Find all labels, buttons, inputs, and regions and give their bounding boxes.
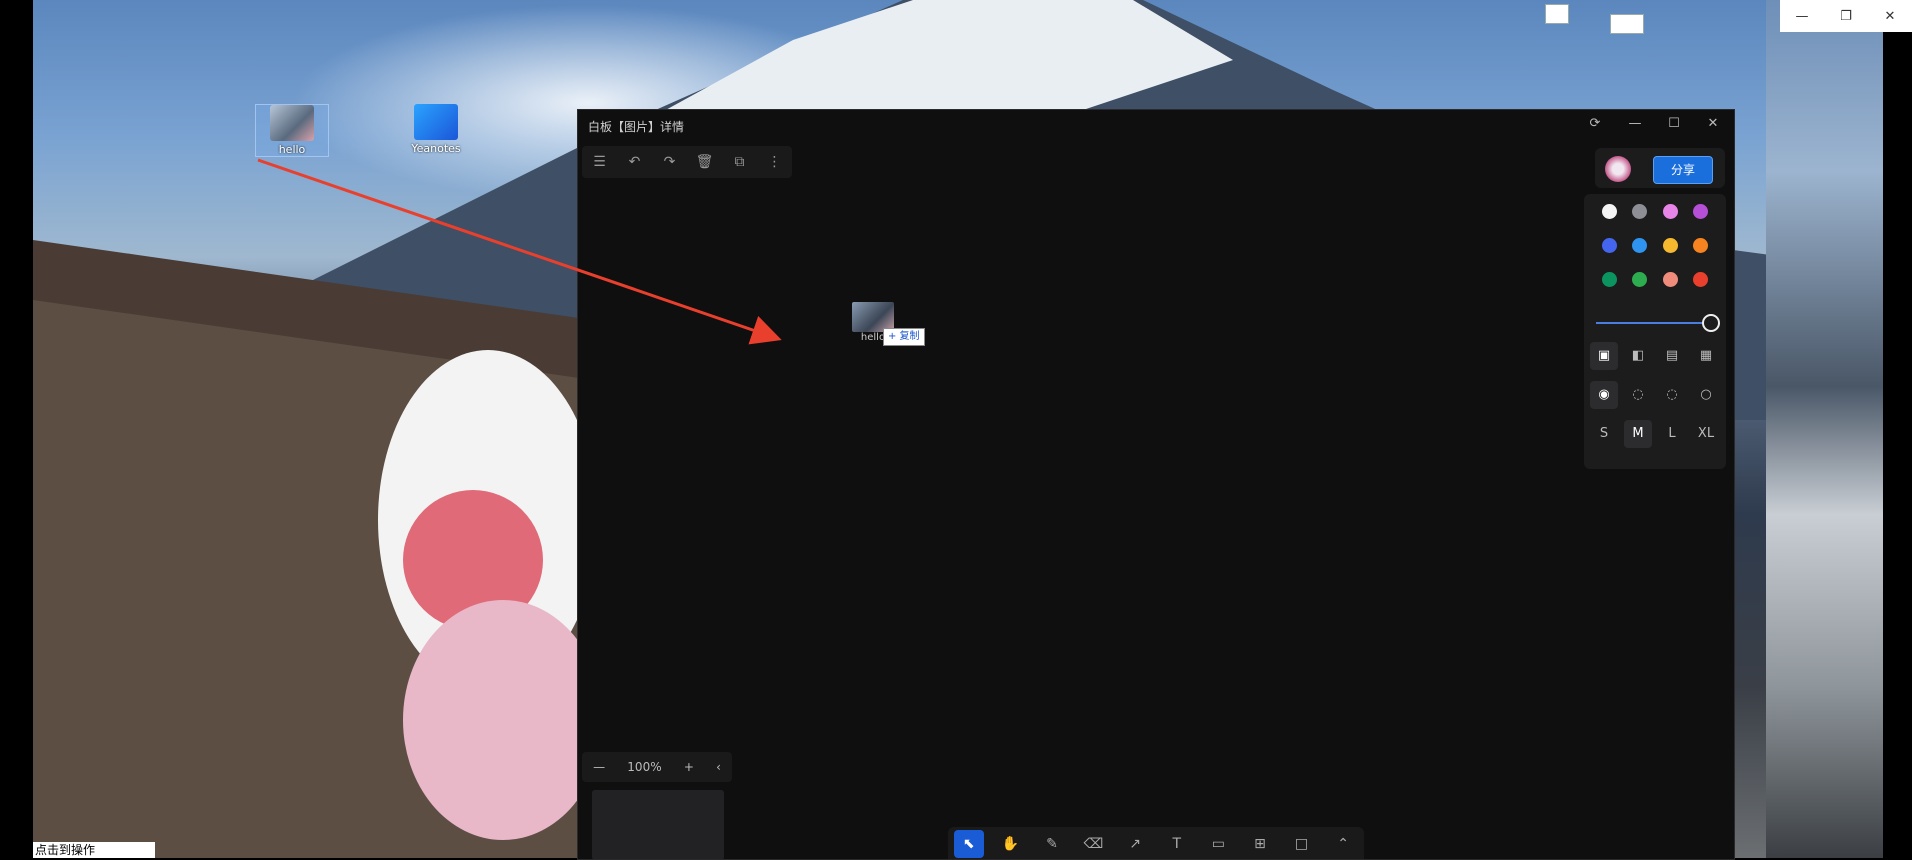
desktop-icon-label: Yeanotes — [411, 142, 461, 155]
redo-icon[interactable]: ↷ — [656, 154, 684, 170]
text-tool-icon[interactable]: T — [1162, 830, 1192, 858]
yeanotes-app-icon — [414, 104, 458, 140]
desktop-icon-yeanotes[interactable]: Yeanotes — [400, 104, 472, 155]
tray-icon-2[interactable] — [1610, 14, 1644, 34]
collapse-icon[interactable]: ‹ — [716, 760, 721, 774]
select-tool-icon[interactable]: ⬉ — [953, 830, 984, 858]
color-swatch[interactable] — [1601, 238, 1617, 253]
color-swatch[interactable] — [1601, 204, 1617, 219]
restore-icon[interactable]: ❐ — [1828, 9, 1864, 24]
refresh-icon[interactable]: ⟳ — [1585, 116, 1605, 134]
color-swatch[interactable] — [1632, 272, 1648, 287]
zoom-bar: — 100% + ‹ — [582, 752, 732, 782]
opacity-slider-track[interactable] — [1596, 322, 1708, 324]
size-l[interactable]: L — [1658, 420, 1686, 448]
color-swatch[interactable] — [1632, 238, 1648, 253]
fill-none-icon[interactable]: ▣ — [1590, 342, 1618, 370]
minimize-icon[interactable]: — — [1784, 9, 1820, 24]
fill-style-row: ▣ ◧ ▤ ▦ — [1590, 342, 1720, 370]
stroke-dotted-icon[interactable]: ◌ — [1658, 381, 1686, 409]
undo-icon[interactable]: ↶ — [621, 154, 649, 170]
stroke-style-row: ◉ ◌ ◌ ○ — [1590, 381, 1720, 409]
share-button[interactable]: 分享 — [1653, 156, 1713, 184]
bottom-toolbar: ⬉ ✋ ✎ ⌫ ↗ T ▭ ⊞ □ ⌃ — [948, 827, 1364, 859]
bottom-caption: 点击到操作 — [33, 842, 155, 858]
menu-icon[interactable]: ☰ — [586, 154, 614, 170]
fill-pattern-icon[interactable]: ▦ — [1692, 342, 1720, 370]
pencil-tool-icon[interactable]: ✎ — [1037, 830, 1067, 858]
size-row: S M L XL — [1590, 420, 1720, 448]
minimap[interactable] — [592, 790, 724, 859]
color-swatch[interactable] — [1662, 204, 1678, 219]
stroke-draw-icon[interactable]: ○ — [1692, 381, 1720, 409]
size-s[interactable]: S — [1590, 420, 1618, 448]
eraser-tool-icon[interactable]: ⌫ — [1079, 830, 1109, 858]
hand-tool-icon[interactable]: ✋ — [995, 830, 1025, 858]
desktop-icon-label: hello — [278, 143, 306, 156]
avatar[interactable] — [1605, 156, 1631, 182]
note-tool-icon[interactable]: ▭ — [1203, 830, 1233, 858]
color-swatches — [1594, 204, 1716, 287]
opacity-slider-handle[interactable] — [1702, 314, 1720, 332]
share-panel: 分享 — [1595, 148, 1725, 188]
trash-icon[interactable]: 🗑 — [691, 154, 719, 170]
whiteboard-window: 白板【图片】详情 ⟳ — ☐ ✕ ☰ ↶ ↷ 🗑 ⧉ ⋮ hello + 复制 … — [577, 109, 1735, 860]
top-toolbar: ☰ ↶ ↷ 🗑 ⧉ ⋮ — [582, 146, 792, 178]
image-file-icon — [270, 105, 314, 141]
wallpaper-right-strip — [1766, 0, 1883, 858]
frame-tool-icon[interactable]: ⊞ — [1245, 830, 1275, 858]
desktop-icon-hello[interactable]: hello — [255, 104, 329, 157]
fill-solid-icon[interactable]: ▤ — [1658, 342, 1686, 370]
stroke-dashed-icon[interactable]: ◌ — [1624, 381, 1652, 409]
arrow-tool-icon[interactable]: ↗ — [1120, 830, 1150, 858]
size-m[interactable]: M — [1624, 420, 1652, 448]
window-titlebar: 白板【图片】详情 ⟳ — ☐ ✕ — [578, 110, 1734, 140]
style-panel: ▣ ◧ ▤ ▦ ◉ ◌ ◌ ○ S M L XL — [1584, 194, 1726, 469]
color-swatch[interactable] — [1662, 238, 1678, 253]
copy-badge: + 复制 — [883, 328, 925, 346]
left-black-bar — [0, 0, 33, 858]
zoom-level[interactable]: 100% — [627, 760, 661, 774]
size-xl[interactable]: XL — [1692, 420, 1720, 448]
duplicate-icon[interactable]: ⧉ — [726, 154, 754, 170]
fill-semi-icon[interactable]: ◧ — [1624, 342, 1652, 370]
tray-icon-1[interactable] — [1545, 4, 1569, 24]
color-swatch[interactable] — [1693, 272, 1709, 287]
zoom-out-icon[interactable]: — — [593, 760, 605, 774]
window-title: 白板【图片】详情 — [588, 120, 685, 134]
more-tools-icon[interactable]: ⌃ — [1328, 830, 1358, 858]
color-swatch[interactable] — [1662, 272, 1678, 287]
window-minimize-icon[interactable]: — — [1625, 116, 1645, 134]
color-swatch[interactable] — [1601, 272, 1617, 287]
window-maximize-icon[interactable]: ☐ — [1664, 116, 1684, 134]
color-swatch[interactable] — [1693, 204, 1709, 219]
more-icon[interactable]: ⋮ — [761, 154, 789, 170]
close-icon[interactable]: ✕ — [1872, 9, 1908, 24]
color-swatch[interactable] — [1693, 238, 1709, 253]
window-close-icon[interactable]: ✕ — [1703, 116, 1723, 134]
stroke-solid-icon[interactable]: ◉ — [1590, 381, 1618, 409]
color-swatch[interactable] — [1632, 204, 1648, 219]
system-window-controls: — ❐ ✕ — [1780, 0, 1912, 32]
zoom-in-icon[interactable]: + — [684, 760, 694, 774]
rectangle-tool-icon[interactable]: □ — [1287, 830, 1317, 858]
